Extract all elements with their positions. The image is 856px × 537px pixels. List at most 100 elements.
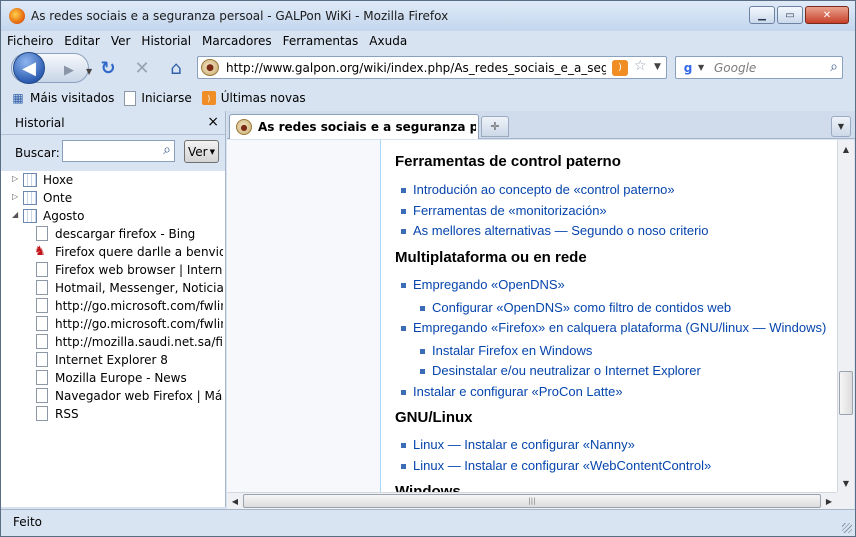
bookmark-latest-headlines[interactable]: ) Últimas novas — [201, 91, 306, 105]
history-item-label: descargar firefox - Bing — [55, 227, 196, 241]
history-item[interactable]: http://mozilla.saudi.net.sa/firefox — [1, 333, 225, 351]
bookmark-getting-started[interactable]: Iniciarse — [124, 90, 192, 106]
site-favicon-icon: ● — [236, 119, 252, 135]
close-sidebar-icon[interactable]: × — [207, 114, 219, 130]
bookmark-label: Iniciarse — [141, 91, 192, 105]
menu-ferramentas[interactable]: Ferramentas — [283, 34, 359, 48]
history-item-label: Internet Explorer 8 — [55, 353, 168, 367]
toc-link[interactable]: Configurar «OpenDNS» como filtro de cont… — [419, 300, 731, 315]
toc-link[interactable]: Introdución ao concepto de «control pate… — [401, 182, 675, 197]
history-item[interactable]: Internet Explorer 8 — [1, 351, 225, 369]
history-item[interactable]: http://go.microsoft.com/fwlink/?LinkId — [1, 315, 225, 333]
scroll-up-icon[interactable]: ▲ — [838, 141, 854, 157]
page-icon — [36, 370, 48, 385]
menu-bar: Ficheiro Editar Ver Historial Marcadores… — [1, 31, 855, 51]
menu-axuda[interactable]: Axuda — [369, 34, 407, 48]
history-item[interactable]: descargar firefox - Bing — [1, 225, 225, 243]
expand-arrow-icon[interactable]: ▷ — [12, 174, 18, 183]
url-dropdown-icon[interactable]: ▼ — [654, 62, 661, 72]
history-folder-august[interactable]: ◢ Agosto — [1, 207, 225, 225]
google-icon[interactable]: g — [679, 59, 697, 76]
history-item[interactable]: RSS — [1, 405, 225, 423]
horizontal-scrollbar[interactable]: ◀ ||| ▶ — [227, 492, 837, 509]
history-tree: ▷ Hoxe ▷ Onte ◢ Agosto descargar firefox… — [1, 171, 225, 423]
history-folder-yesterday[interactable]: ▷ Onte — [1, 189, 225, 207]
toc-link[interactable]: Linux — Instalar e configurar «WebConten… — [400, 458, 711, 473]
search-magnifier-icon[interactable]: ⌕ — [163, 142, 171, 158]
menu-ficheiro[interactable]: Ficheiro — [7, 34, 53, 48]
page-icon — [36, 262, 48, 277]
window-title: As redes sociais e a seguranza persoal -… — [31, 9, 449, 23]
section-heading: GNU/Linux — [395, 409, 473, 426]
tab-list-dropdown[interactable]: ▼ — [831, 116, 851, 137]
page-icon — [36, 316, 48, 331]
bookmarks-toolbar: ▦ Máis visitados Iniciarse ) Últimas nov… — [1, 87, 855, 109]
collapse-arrow-icon[interactable]: ◢ — [12, 210, 18, 219]
toc-link[interactable]: Empregando «Firefox» en calquera platafo… — [400, 320, 826, 335]
search-label: Buscar: — [15, 146, 60, 160]
toc-link[interactable]: Instalar Firefox en Windows — [419, 343, 592, 358]
history-item[interactable]: ♞ Firefox quere darlle a benvida — [1, 243, 225, 261]
history-item[interactable]: http://go.microsoft.com/fwlink/?LinkId — [1, 297, 225, 315]
scroll-down-icon[interactable]: ▼ — [838, 475, 854, 491]
menu-ver[interactable]: Ver — [111, 34, 131, 48]
toc-link[interactable]: Empregando «OpenDNS» — [401, 277, 565, 292]
toc-link[interactable]: Instalar e configurar «ProCon Latte» — [401, 384, 623, 399]
scroll-thumb[interactable] — [839, 371, 853, 415]
tab-active[interactable]: ● As redes sociais e a seguranza persoal… — [229, 114, 479, 139]
page-icon — [36, 388, 48, 403]
history-item[interactable]: Firefox web browser | International — [1, 261, 225, 279]
sidebar-search: Buscar: ⌕ Ver ▼ — [1, 135, 225, 171]
navigation-toolbar: ▶ ▼ ◀ ↻ ✕ ⌂ ● http://www.galpon.org/wiki… — [1, 51, 855, 87]
address-input[interactable]: http://www.galpon.org/wiki/index.php/As_… — [226, 61, 606, 75]
history-dropdown-icon[interactable]: ▼ — [86, 67, 92, 76]
history-item-label: Firefox quere darlle a benvida — [55, 245, 223, 259]
bookmark-star-icon[interactable]: ☆ — [634, 58, 647, 74]
history-item[interactable]: Mozilla Europe - News — [1, 369, 225, 387]
history-item-label: http://mozilla.saudi.net.sa/firefox — [55, 335, 223, 349]
sidebar-title: Historial — [15, 116, 65, 130]
search-input[interactable]: Google — [714, 61, 756, 75]
scroll-right-icon[interactable]: ▶ — [821, 493, 837, 509]
calendar-folder-icon — [23, 173, 37, 187]
history-folder-today[interactable]: ▷ Hoxe — [1, 171, 225, 189]
toc-link[interactable]: Linux — Instalar e configurar «Nanny» — [401, 437, 635, 452]
forward-arrow-icon[interactable]: ▶ — [64, 63, 74, 78]
bookmark-most-visited[interactable]: ▦ Máis visitados — [11, 90, 114, 106]
engine-dropdown-icon[interactable]: ▼ — [698, 63, 704, 72]
scroll-left-icon[interactable]: ◀ — [227, 493, 243, 509]
toc-link[interactable]: As mellores alternativas — Segundo o nos… — [401, 223, 709, 238]
history-search-input[interactable]: ⌕ — [62, 140, 175, 162]
back-arrow-icon[interactable]: ◀ — [13, 52, 45, 84]
history-item[interactable]: Navegador web Firefox | Más rápido — [1, 387, 225, 405]
new-tab-button[interactable]: ✛ — [481, 116, 509, 137]
vertical-scrollbar[interactable]: ▲ ▼ — [837, 140, 854, 492]
history-item-label: Mozilla Europe - News — [55, 371, 187, 385]
scroll-thumb[interactable]: ||| — [243, 494, 821, 508]
view-button[interactable]: Ver ▼ — [184, 140, 219, 163]
menu-editar[interactable]: Editar — [64, 34, 100, 48]
toc-link[interactable]: Desinstalar e/ou neutralizar o Internet … — [420, 363, 701, 378]
page-icon — [36, 406, 48, 421]
menu-historial[interactable]: Historial — [141, 34, 191, 48]
search-bar[interactable]: g ▼ Google ⌕ — [675, 56, 843, 79]
home-icon[interactable]: ⌂ — [165, 57, 187, 79]
page-icon — [36, 280, 48, 295]
reload-icon[interactable]: ↻ — [97, 57, 119, 79]
bookmark-label: Últimas novas — [220, 91, 306, 105]
address-bar[interactable]: ● http://www.galpon.org/wiki/index.php/A… — [197, 56, 667, 79]
search-magnifier-icon[interactable]: ⌕ — [830, 59, 838, 75]
minimize-button[interactable]: ▁ — [749, 6, 775, 24]
menu-marcadores[interactable]: Marcadores — [202, 34, 272, 48]
rss-feed-icon[interactable]: ) — [612, 60, 628, 76]
close-window-button[interactable]: ✕ — [805, 6, 849, 24]
history-item[interactable]: Hotmail, Messenger, Noticias, Deportes — [1, 279, 225, 297]
window-controls: ▁ ▭ ✕ — [749, 6, 849, 24]
stop-icon[interactable]: ✕ — [131, 57, 153, 79]
maximize-button[interactable]: ▭ — [777, 6, 803, 24]
resize-grip-icon[interactable] — [842, 523, 852, 533]
history-item-label: http://go.microsoft.com/fwlink/?LinkId — [55, 299, 223, 313]
toc-link[interactable]: Ferramentas de «monitorización» — [401, 203, 607, 218]
calendar-folder-icon — [23, 191, 37, 205]
expand-arrow-icon[interactable]: ▷ — [12, 192, 18, 201]
